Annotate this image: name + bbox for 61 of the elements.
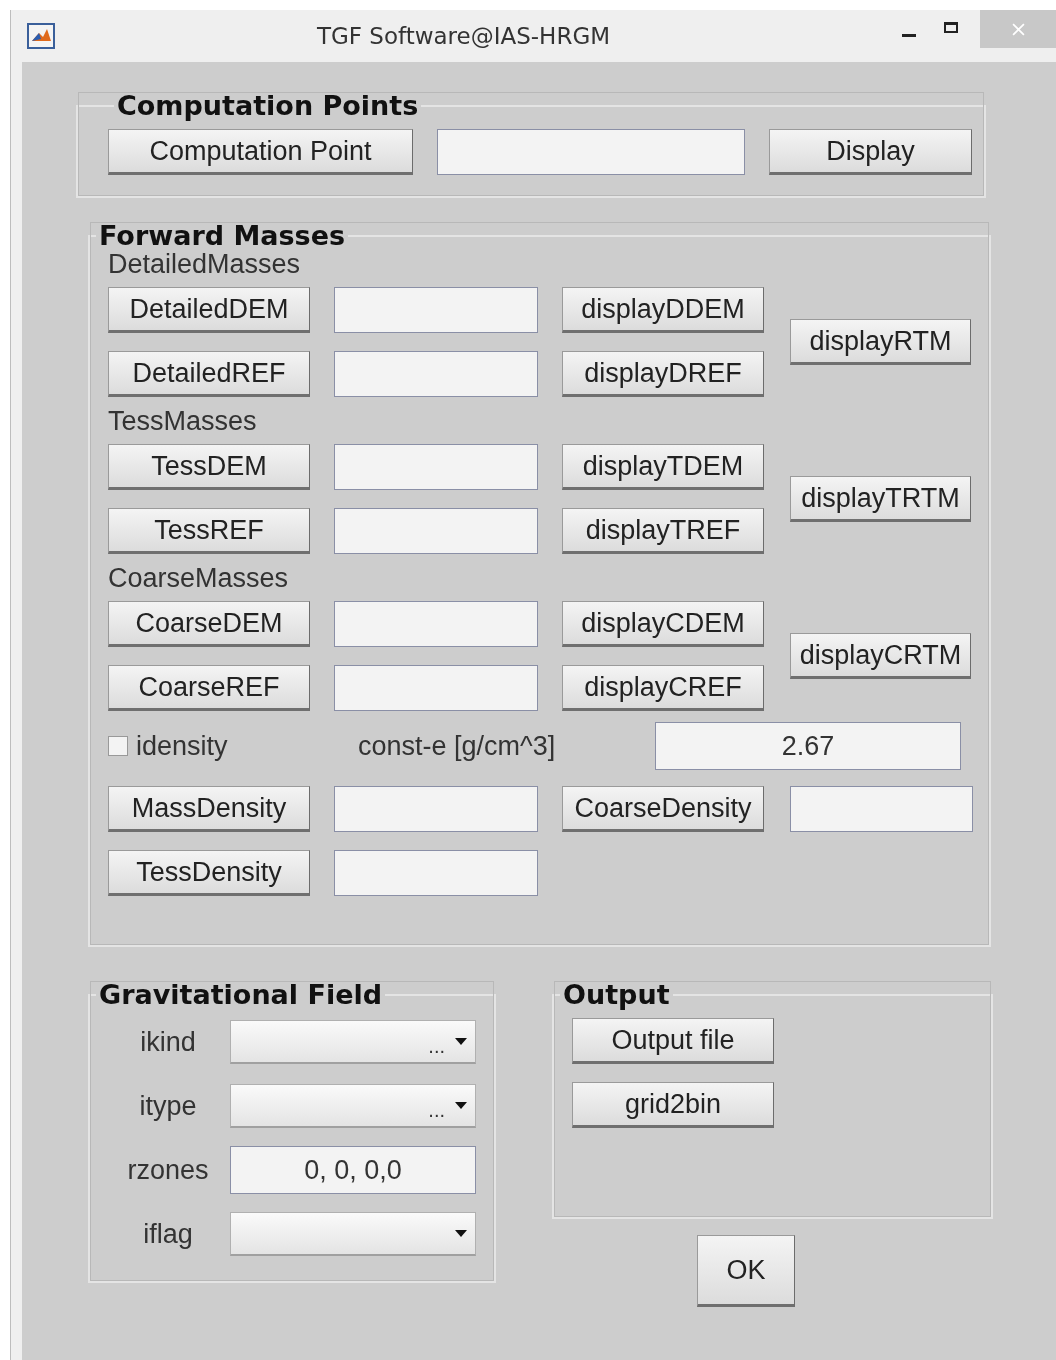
input-field[interactable] xyxy=(790,786,973,832)
section-label: TessMasses xyxy=(108,408,258,434)
caret-icon xyxy=(455,1230,467,1237)
group-title: Gravitational Field xyxy=(98,979,384,1010)
group-title: Computation Points xyxy=(116,90,420,121)
app-icon xyxy=(27,23,55,49)
push-button[interactable]: CoarseDEM xyxy=(108,601,310,647)
push-button[interactable]: Display xyxy=(769,129,972,175)
push-button[interactable]: displayCREF xyxy=(562,665,764,711)
dropdown-value: ... xyxy=(428,1099,445,1122)
field-label: const-e [g/cm^3] xyxy=(358,730,557,762)
push-button[interactable]: DetailedREF xyxy=(108,351,310,397)
field-label: ikind xyxy=(139,1026,197,1058)
input-field[interactable] xyxy=(334,786,538,832)
push-button[interactable]: TessREF xyxy=(108,508,310,554)
push-button[interactable]: displayRTM xyxy=(790,319,971,365)
group-title: Output xyxy=(562,979,671,1010)
input-field[interactable]: 0, 0, 0,0 xyxy=(230,1146,476,1194)
push-button[interactable]: Computation Point xyxy=(108,129,413,175)
field-label: rzones xyxy=(126,1154,210,1186)
push-button[interactable]: displayTREF xyxy=(562,508,764,554)
input-field[interactable] xyxy=(334,444,538,490)
push-button[interactable]: DetailedDEM xyxy=(108,287,310,333)
input-field[interactable] xyxy=(334,601,538,647)
field-label: iflag xyxy=(142,1218,194,1250)
push-button[interactable]: displayDDEM xyxy=(562,287,764,333)
checkbox[interactable] xyxy=(108,736,128,756)
input-field[interactable] xyxy=(334,351,538,397)
input-field[interactable] xyxy=(437,129,745,175)
push-button[interactable]: displayCDEM xyxy=(562,601,764,647)
section-label: CoarseMasses xyxy=(108,565,290,591)
push-button[interactable]: MassDensity xyxy=(108,786,310,832)
push-button[interactable]: CoarseREF xyxy=(108,665,310,711)
dropdown[interactable]: ... xyxy=(230,1084,476,1128)
dropdown-value: ... xyxy=(428,1035,445,1058)
push-button[interactable]: displayCRTM xyxy=(790,633,971,679)
field-label: itype xyxy=(138,1090,198,1122)
dropdown[interactable]: ... xyxy=(230,1020,476,1064)
checkbox-label: idensity xyxy=(136,730,229,762)
section-label: DetailedMasses xyxy=(108,251,302,277)
caret-icon xyxy=(455,1038,467,1045)
caret-icon xyxy=(455,1102,467,1109)
input-field[interactable] xyxy=(334,508,538,554)
push-button[interactable]: Output file xyxy=(572,1018,774,1064)
dropdown[interactable] xyxy=(230,1212,476,1256)
input-field[interactable] xyxy=(334,287,538,333)
push-button[interactable]: CoarseDensity xyxy=(562,786,764,832)
window-title: TGF Software@IAS-HRGM xyxy=(315,23,612,49)
push-button[interactable]: OK xyxy=(697,1235,795,1307)
input-field[interactable]: 2.67 xyxy=(655,722,961,770)
push-button[interactable]: TessDensity xyxy=(108,850,310,896)
push-button[interactable]: grid2bin xyxy=(572,1082,774,1128)
push-button[interactable]: TessDEM xyxy=(108,444,310,490)
close-icon xyxy=(1011,22,1025,36)
input-field[interactable] xyxy=(334,665,538,711)
input-field[interactable] xyxy=(334,850,538,896)
push-button[interactable]: displayTDEM xyxy=(562,444,764,490)
push-button[interactable]: displayTRTM xyxy=(790,476,971,522)
push-button[interactable]: displayDREF xyxy=(562,351,764,397)
group-title: Forward Masses xyxy=(98,220,347,251)
maximize-icon[interactable] xyxy=(944,22,958,33)
